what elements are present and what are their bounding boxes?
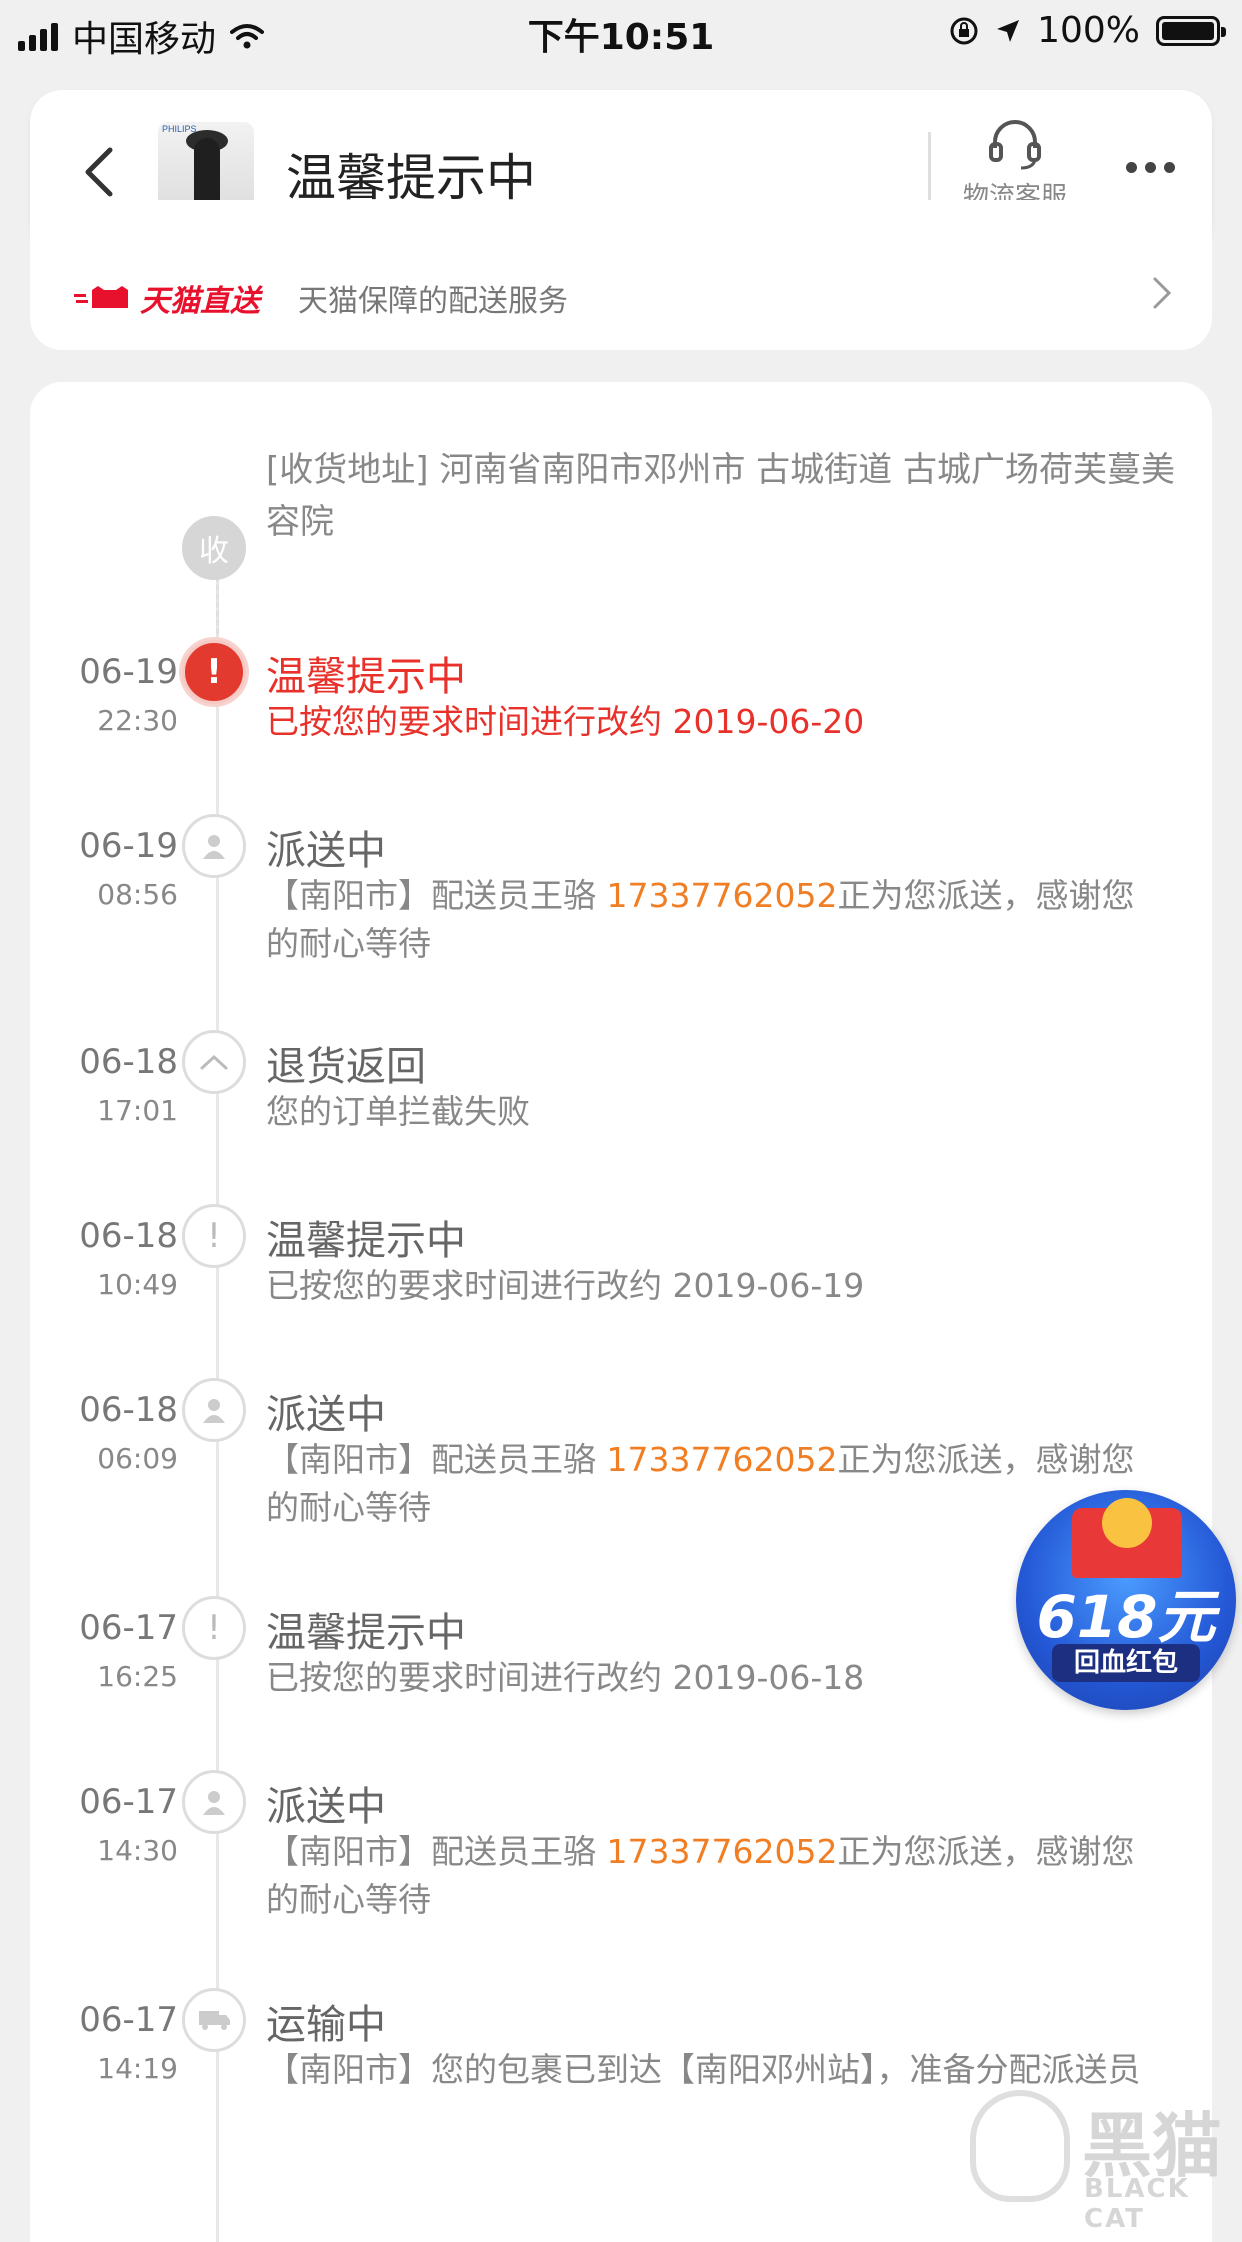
event-detail: 您的订单拦截失败 [266, 1088, 1166, 1136]
event-status: 退货返回 [266, 1044, 426, 1090]
coin-icon [1102, 1498, 1152, 1548]
event-time: 17:01 [97, 1094, 178, 1127]
event-detail-text: 您的订单拦截失败 [266, 1092, 530, 1131]
event-time: 10:49 [97, 1268, 178, 1301]
red-packet-promo-button[interactable]: 618元 回血红包 [1016, 1490, 1236, 1710]
person-icon [182, 1770, 246, 1834]
event-date: 06-17 [79, 1782, 178, 1822]
event-status: 派送中 [266, 828, 386, 874]
delivery-description: 天猫保障的配送服务 [298, 284, 568, 319]
event-date: 06-19 [79, 826, 178, 866]
alert-icon: ! [182, 1596, 246, 1660]
event-status: 温馨提示中 [266, 654, 466, 700]
event-time: 16:25 [97, 1660, 178, 1693]
chevron-up-icon [182, 1030, 246, 1094]
event-detail-text: 【南阳市】您的包裹已到达【南阳邓州站】，准备分配派送员 [266, 2050, 1141, 2089]
tmall-cat-icon [74, 286, 128, 308]
status-right: 100% [949, 10, 1226, 51]
headset-icon [989, 120, 1041, 170]
event-detail: 【南阳市】配送员王骆 17337762052正为您派送，感谢您的耐心等待 [266, 1828, 1166, 1924]
person-icon [182, 814, 246, 878]
promo-amount: 618元 [1036, 1583, 1216, 1651]
promo-label: 回血红包 [1052, 1644, 1200, 1682]
event-detail: 已按您的要求时间进行改约 2019-06-18 [266, 1654, 1166, 1702]
courier-phone-link[interactable]: 17337762052 [607, 1440, 838, 1479]
black-cat-logo-icon [970, 2090, 1070, 2202]
person-icon [182, 1378, 246, 1442]
event-status: 派送中 [266, 1392, 386, 1438]
courier-phone-link[interactable]: 17337762052 [607, 876, 838, 915]
event-date: 06-18 [79, 1390, 178, 1430]
orientation-lock-icon [950, 17, 978, 44]
location-arrow-icon [997, 19, 1020, 42]
event-time: 14:19 [97, 2052, 178, 2085]
event-detail-text: 已按您的要求时间进行改约 2019-06-19 [266, 1266, 865, 1305]
alert-icon: ! [182, 1204, 246, 1268]
event-date: 06-19 [79, 652, 178, 692]
courier-phone-link[interactable]: 17337762052 [607, 1832, 838, 1871]
truck-icon [182, 1988, 246, 2052]
address-node-icon: 收 [182, 516, 246, 580]
event-time: 08:56 [97, 878, 178, 911]
event-detail: 已按您的要求时间进行改约 2019-06-19 [266, 1262, 1166, 1310]
event-time: 22:30 [97, 704, 178, 737]
tmall-delivery-card[interactable]: 天猫直送 天猫保障的配送服务 [30, 200, 1212, 350]
tmall-direct-label: 天猫直送 [140, 284, 260, 319]
event-detail: 已按您的要求时间进行改约 2019-06-20 [266, 698, 1166, 746]
logistics-service-button[interactable]: 物流客服 [960, 114, 1070, 213]
event-time: 06:09 [97, 1442, 178, 1475]
event-detail-text: 已按您的要求时间进行改约 2019-06-20 [266, 702, 865, 741]
more-icon[interactable] [1126, 162, 1175, 173]
address-text: [收货地址] 河南省南阳市邓州市 古城街道 古城广场荷芙蔓美容院 [266, 450, 1175, 542]
battery-percent: 100% [1037, 10, 1140, 51]
event-status: 运输中 [266, 2002, 386, 2048]
event-time: 14:30 [97, 1834, 178, 1867]
watermark-en: BLACK CAT [1084, 2174, 1190, 2234]
event-detail: 【南阳市】配送员王骆 17337762052正为您派送，感谢您的耐心等待 [266, 872, 1166, 968]
event-detail-text: 【南阳市】配送员王骆 [266, 1440, 607, 1479]
event-detail-text: 已按您的要求时间进行改约 2019-06-18 [266, 1658, 865, 1697]
event-detail-text: 【南阳市】配送员王骆 [266, 876, 607, 915]
event-date: 06-18 [79, 1042, 178, 1082]
event-detail-text: 【南阳市】配送员王骆 [266, 1832, 607, 1871]
event-date: 06-17 [79, 1608, 178, 1648]
event-detail: 【南阳市】您的包裹已到达【南阳邓州站】，准备分配派送员 [266, 2046, 1166, 2094]
event-detail: 【南阳市】配送员王骆 17337762052正为您派送，感谢您的耐心等待 [266, 1436, 1166, 1532]
event-status: 温馨提示中 [266, 1218, 466, 1264]
alert-icon: ! [182, 640, 246, 704]
battery-icon [1156, 15, 1226, 46]
tmall-direct-logo: 天猫直送 [74, 276, 260, 320]
event-status: 派送中 [266, 1784, 386, 1830]
status-bar: 中国移动 下午10:51 100% [0, 0, 1242, 64]
black-cat-watermark: 黑猫 BLACK CAT [970, 2090, 1242, 2234]
chevron-right-icon [1153, 277, 1172, 309]
logistics-timeline: 收 [收货地址] 河南省南阳市邓州市 古城街道 古城广场荷芙蔓美容院 06-19… [30, 382, 1212, 2242]
event-status: 温馨提示中 [266, 1610, 466, 1656]
event-date: 06-17 [79, 2000, 178, 2040]
event-date: 06-18 [79, 1216, 178, 1256]
header-divider [928, 132, 931, 208]
back-arrow-icon[interactable] [80, 144, 120, 200]
